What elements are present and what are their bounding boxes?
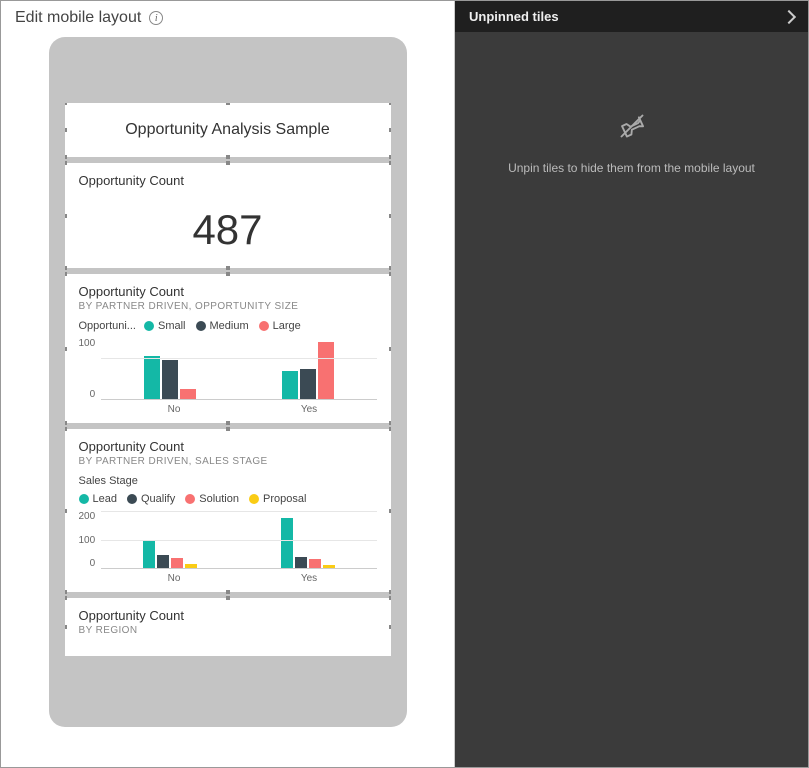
chart-plot-area: 100 0 [79,338,377,400]
unpinned-tiles-panel: Unpinned tiles Unpin tiles to hide them … [455,1,808,767]
legend-label: Large [273,320,301,332]
chart-tile-sales-stage[interactable]: Opportunity Count BY PARTNER DRIVEN, SAL… [65,429,391,592]
y-tick: 0 [90,558,96,569]
unpinned-hint-text: Unpin tiles to hide them from the mobile… [508,161,755,175]
unpinned-tiles-title: Unpinned tiles [469,9,559,24]
bar [180,389,196,399]
legend-swatch [259,321,269,331]
bar [157,555,169,568]
x-tick: No [107,400,242,415]
unpinned-tiles-body: Unpin tiles to hide them from the mobile… [455,32,808,767]
tile-title: Opportunity Count [79,173,377,188]
legend-title: Sales Stage [79,475,138,487]
y-tick: 200 [79,511,96,522]
chart-tile-opportunity-size[interactable]: Opportunity Count BY PARTNER DRIVEN, OPP… [65,274,391,423]
chart-tile-region[interactable]: Opportunity Count BY REGION [65,598,391,656]
bar [323,565,335,568]
bar-group [101,338,239,399]
opportunity-count-value: 487 [79,188,377,260]
chart-legend: Sales Stage Lead Qualify Solution Proposal [79,475,377,505]
legend-swatch [144,321,154,331]
legend-label: Lead [93,493,117,505]
bar [185,564,197,568]
panel-title: Edit mobile layout [15,9,141,27]
legend-swatch [79,494,89,504]
plot [101,511,376,569]
info-icon[interactable]: i [149,11,163,25]
bar [309,559,321,568]
legend-swatch [127,494,137,504]
x-axis: NoYes [107,400,377,415]
y-axis: 200 100 0 [79,511,102,569]
unpinned-tiles-header[interactable]: Unpinned tiles [455,1,808,32]
bar [171,558,183,568]
legend-label: Proposal [263,493,306,505]
tile-subtitle: BY REGION [79,625,377,636]
tile-title: Opportunity Count [79,608,377,623]
x-tick: Yes [242,400,377,415]
app-root: Edit mobile layout i Opportunity Analysi… [0,0,809,768]
plot [101,338,376,400]
y-tick: 100 [79,338,96,349]
phone-preview-area: Opportunity Analysis Sample Opportunity … [1,37,454,767]
bar [282,371,298,399]
y-axis: 100 0 [79,338,102,400]
dashboard-title-text: Opportunity Analysis Sample [125,121,330,138]
chart-legend: Opportuni... Small Medium Large [79,320,377,332]
x-tick: No [107,569,242,584]
tile-title: Opportunity Count [79,439,377,454]
bar [300,369,316,400]
bar [281,518,293,568]
legend-swatch [249,494,259,504]
x-tick: Yes [242,569,377,584]
legend-label: Medium [210,320,249,332]
legend-swatch [185,494,195,504]
phone-shell: Opportunity Analysis Sample Opportunity … [49,37,407,727]
bar [318,342,334,399]
tile-title: Opportunity Count [79,284,377,299]
bar [162,360,178,399]
legend-label: Solution [199,493,239,505]
tile-subtitle: BY PARTNER DRIVEN, SALES STAGE [79,456,377,467]
bar [295,557,307,568]
bar [144,356,160,399]
bar-group [239,338,377,399]
opportunity-count-card-tile[interactable]: Opportunity Count 487 [65,163,391,268]
edit-mobile-layout-panel: Edit mobile layout i Opportunity Analysi… [1,1,455,767]
y-tick: 100 [79,535,96,546]
legend-label: Qualify [141,493,175,505]
bar [143,540,155,569]
panel-header: Edit mobile layout i [1,1,454,37]
legend-label: Small [158,320,186,332]
legend-swatch [196,321,206,331]
x-axis: NoYes [107,569,377,584]
phone-screen[interactable]: Opportunity Analysis Sample Opportunity … [65,103,391,711]
chevron-right-icon [782,9,796,23]
chart-plot-area: 200 100 0 [79,511,377,569]
legend-title: Opportuni... [79,320,136,332]
unpin-icon [618,112,646,143]
y-tick: 0 [90,389,96,400]
dashboard-title-tile[interactable]: Opportunity Analysis Sample [65,103,391,157]
tile-subtitle: BY PARTNER DRIVEN, OPPORTUNITY SIZE [79,301,377,312]
